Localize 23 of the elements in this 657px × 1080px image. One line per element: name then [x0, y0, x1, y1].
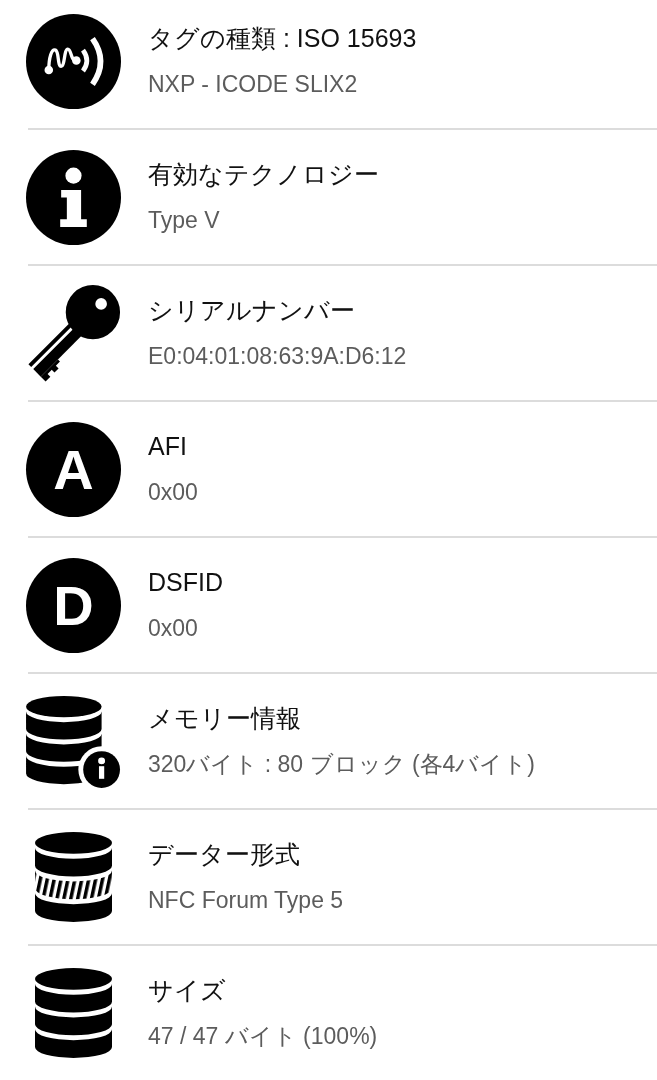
field-value: NXP - ICODE SLIX2: [148, 70, 359, 99]
field-label: サイズ: [148, 975, 227, 1006]
field-label: タグの種類 : ISO 15693: [148, 23, 417, 54]
field-label: シリアルナンバー: [148, 295, 356, 326]
info-icon: [26, 149, 121, 245]
signal-wave-icon: [26, 13, 121, 109]
letter-circle-icon: A: [26, 421, 121, 517]
field-label: DSFID: [148, 567, 223, 598]
database-icon: [35, 966, 112, 1060]
field-label: 有効なテクノロジー: [148, 159, 379, 190]
field-value: 320バイト : 80 ブロック (各4バイト): [148, 750, 536, 779]
letter-circle-icon: D: [26, 557, 121, 653]
field-label: データー形式: [148, 839, 301, 870]
database-info-icon: [26, 694, 121, 788]
field-value: Type V: [148, 206, 221, 235]
field-value: 0x00: [148, 614, 199, 643]
striped-database-icon: [35, 830, 112, 924]
field-value: 47 / 47 バイト (100%): [148, 1022, 378, 1051]
field-value: E0:04:01:08:63:9A:D6:12: [148, 342, 407, 371]
field-label: AFI: [148, 431, 188, 462]
field-value: 0x00: [148, 478, 198, 507]
field-label: メモリー情報: [148, 703, 302, 734]
field-value: NFC Forum Type 5: [148, 886, 344, 915]
